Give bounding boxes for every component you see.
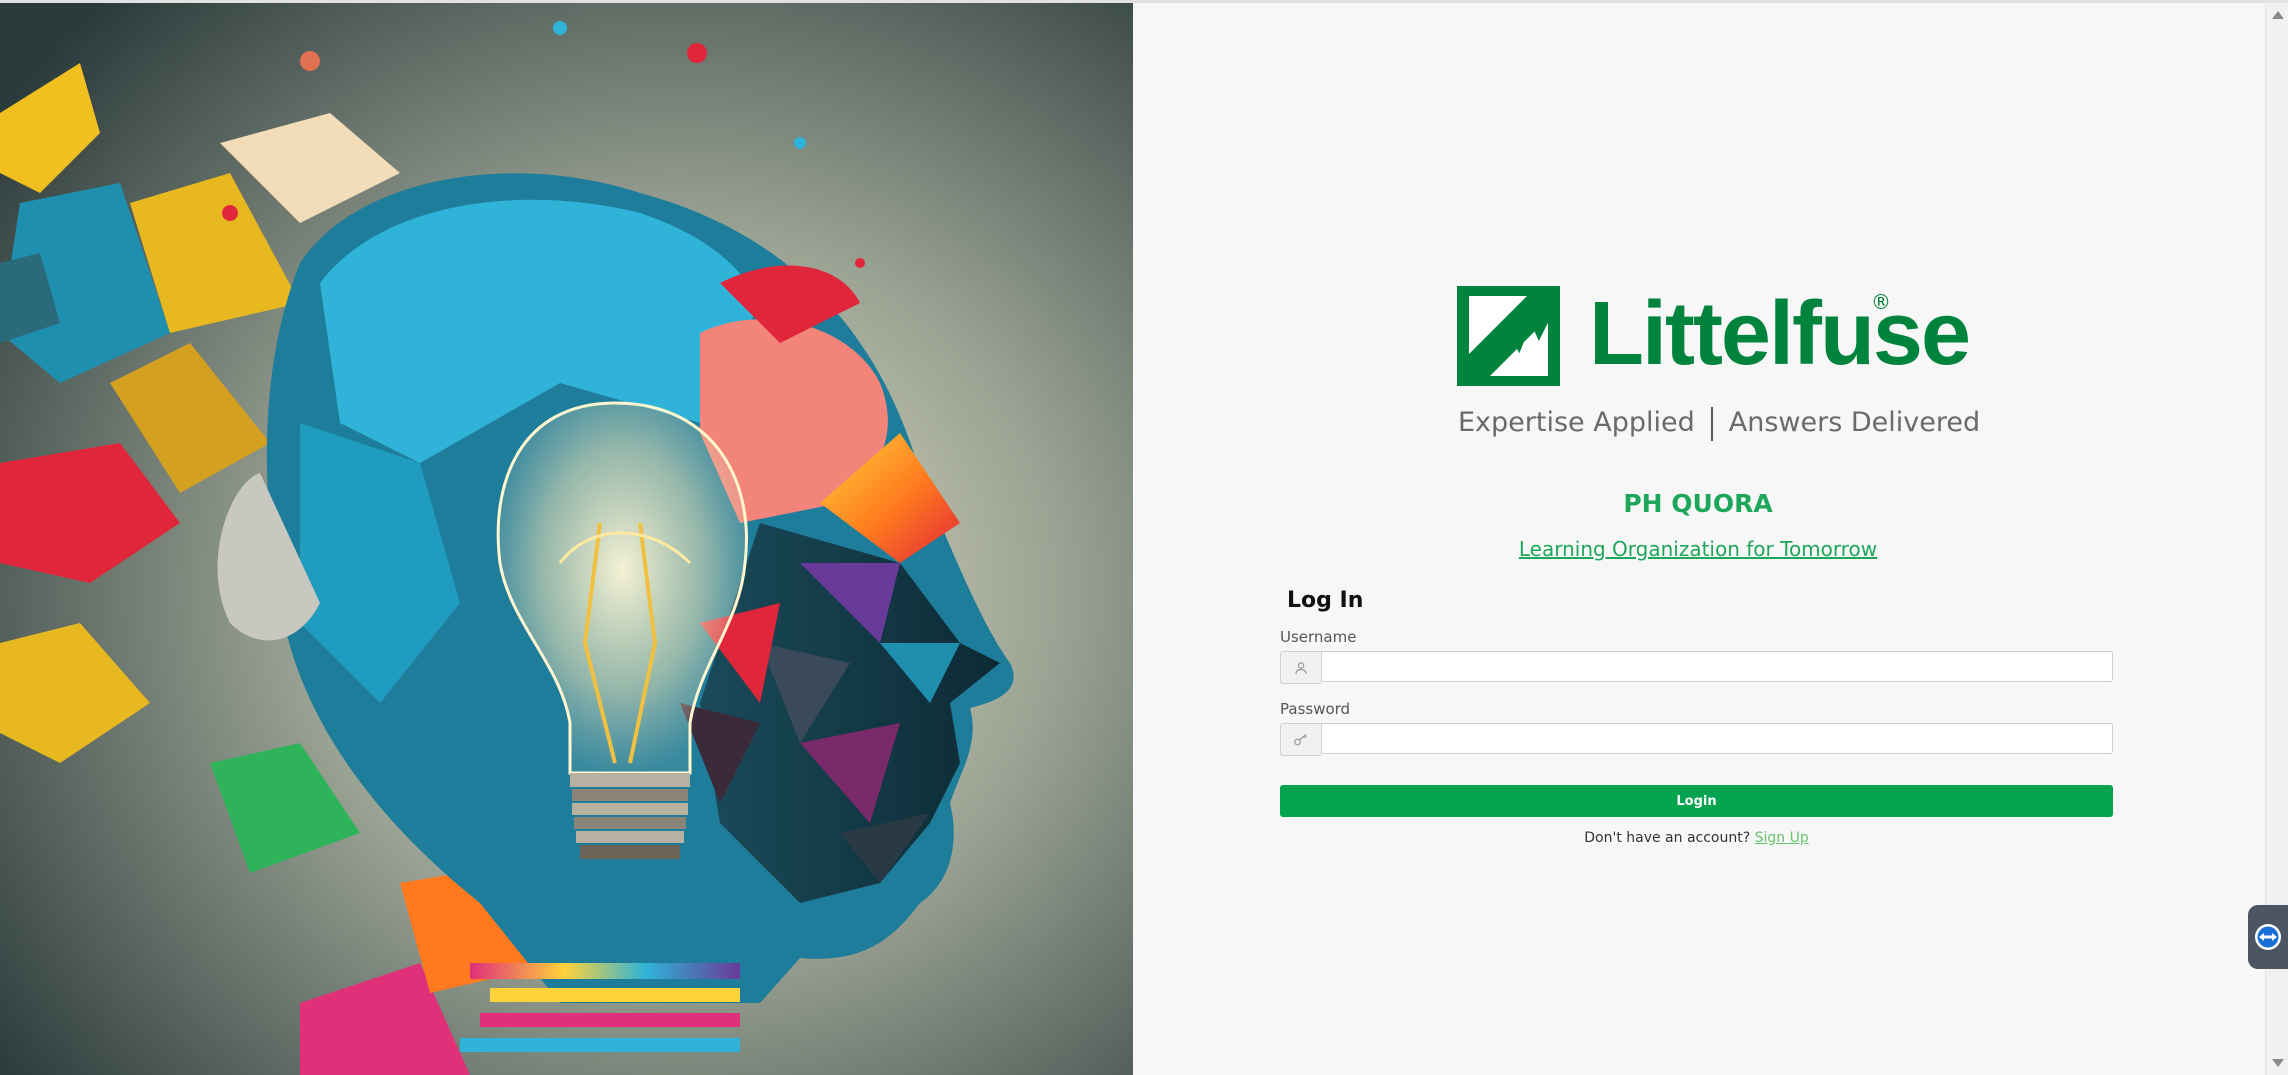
username-label: Username — [1280, 628, 1357, 646]
password-label: Password — [1280, 700, 1351, 718]
tagline-divider — [1710, 406, 1713, 441]
registered-mark: ® — [1871, 290, 1891, 314]
remote-support-tab[interactable] — [2248, 905, 2288, 969]
login-button[interactable]: Login — [1280, 785, 2113, 817]
hero-artwork — [0, 3, 1133, 1075]
brand-tagline: Expertise Applied Answers Delivered — [1458, 405, 1980, 441]
littelfuse-logo-icon — [1457, 286, 1560, 386]
tagline-left: Expertise Applied — [1458, 407, 1695, 438]
login-heading: Log In — [1287, 588, 1364, 613]
key-icon — [1294, 733, 1307, 745]
signup-prompt-row: Don't have an account? Sign Up — [1280, 830, 2113, 846]
password-addon — [1280, 723, 1321, 756]
scroll-down-arrow-icon[interactable] — [2272, 1059, 2284, 1067]
scroll-up-arrow-icon[interactable] — [2272, 11, 2284, 19]
signup-link[interactable]: Sign Up — [1755, 830, 1809, 846]
username-group — [1280, 651, 2113, 684]
app-title: PH QUORA — [1623, 489, 1773, 518]
password-input[interactable] — [1321, 723, 2113, 754]
app-subtitle-link[interactable]: Learning Organization for Tomorrow — [1280, 537, 2116, 561]
tagline-right: Answers Delivered — [1728, 407, 1981, 438]
brand-wordmark: Littelfuse — [1589, 284, 1971, 384]
username-addon — [1280, 651, 1321, 684]
signup-prompt: Don't have an account? — [1584, 830, 1751, 846]
lightbulb-head-illustration — [0, 3, 1133, 1075]
remote-support-icon — [2255, 924, 2281, 950]
user-icon — [1295, 661, 1307, 674]
username-input[interactable] — [1321, 651, 2113, 682]
password-group — [1280, 723, 2113, 756]
